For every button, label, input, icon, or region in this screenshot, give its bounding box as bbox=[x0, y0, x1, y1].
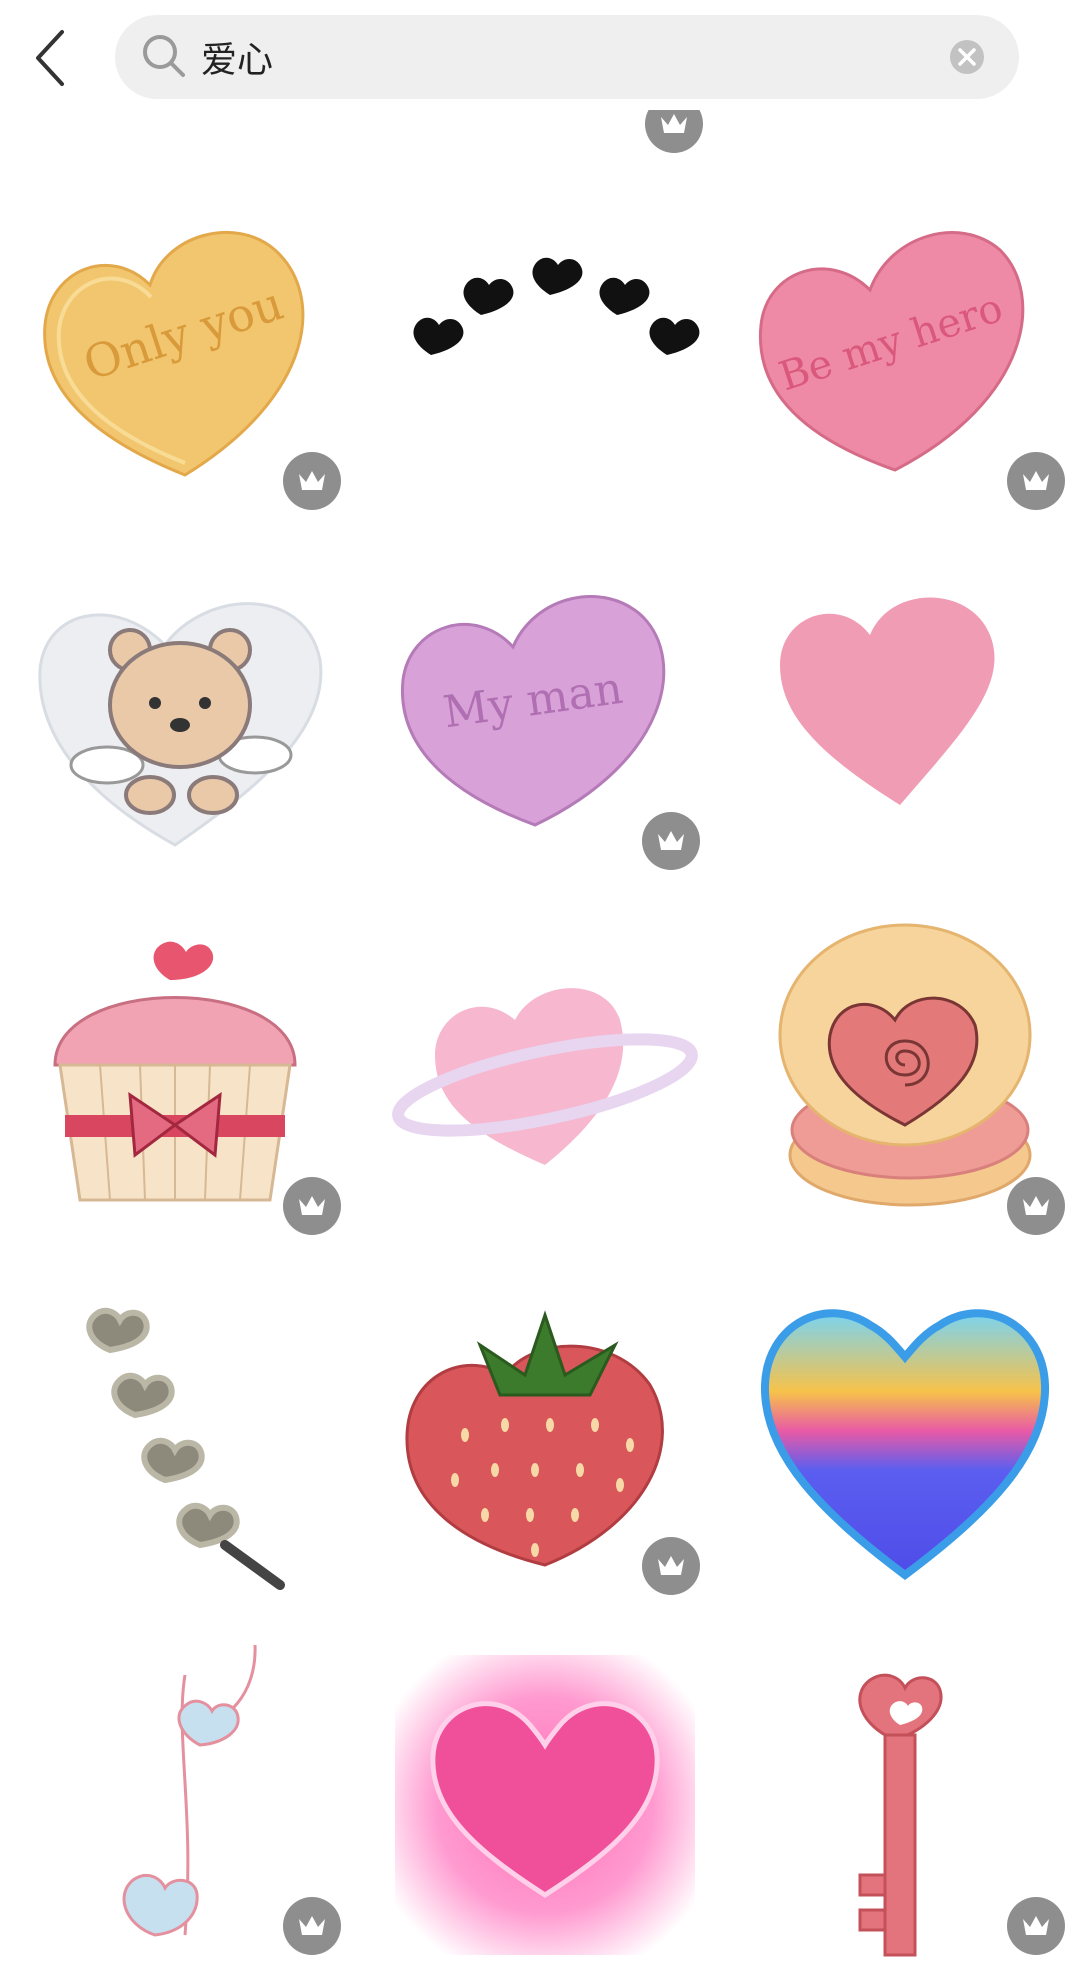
crown-icon bbox=[283, 1177, 341, 1235]
crown-icon bbox=[1007, 452, 1065, 510]
crown-icon bbox=[283, 452, 341, 510]
sticker-cupcake[interactable] bbox=[25, 915, 345, 1245]
sticker-glow-heart[interactable] bbox=[385, 1635, 705, 1965]
crown-icon bbox=[642, 1537, 700, 1595]
search-icon bbox=[143, 35, 185, 77]
black-hearts-art bbox=[413, 257, 700, 355]
chevron-left-icon bbox=[36, 30, 64, 86]
search-bar bbox=[115, 15, 1019, 99]
sticker-strawberry[interactable] bbox=[385, 1275, 705, 1605]
sticker-pink-heart[interactable] bbox=[745, 555, 1065, 885]
sticker-black-hearts[interactable] bbox=[385, 195, 705, 525]
holo-heart-art bbox=[760, 1309, 1050, 1581]
sticker-teddy-bear[interactable] bbox=[25, 555, 345, 885]
crown-icon bbox=[642, 812, 700, 870]
sticker-heart-key[interactable] bbox=[745, 1635, 1065, 1965]
heart-planet-art bbox=[392, 988, 698, 1165]
sticker-swirl-cookie[interactable] bbox=[745, 915, 1065, 1245]
sticker-heart-planet[interactable] bbox=[385, 915, 705, 1245]
glow-heart-art bbox=[395, 1655, 695, 1955]
sticker-only-you[interactable]: Only you bbox=[25, 195, 345, 525]
sticker-grid: Only you Be my hero My man bbox=[0, 0, 1080, 1957]
crown-icon bbox=[1007, 1897, 1065, 1955]
teddy-heart-art bbox=[38, 602, 323, 847]
clear-icon[interactable] bbox=[949, 39, 985, 75]
sticker-holo-heart[interactable] bbox=[745, 1275, 1065, 1605]
sticker-music-note[interactable] bbox=[25, 1635, 345, 1965]
sticker-be-my-hero[interactable]: Be my hero bbox=[745, 195, 1065, 525]
sticker-hair-clip[interactable] bbox=[25, 1275, 345, 1605]
crown-icon bbox=[1007, 1177, 1065, 1235]
back-button[interactable] bbox=[14, 14, 86, 102]
pink-heart-art bbox=[780, 597, 995, 805]
top-bar bbox=[0, 0, 1080, 110]
search-input[interactable] bbox=[201, 15, 901, 99]
sticker-my-man[interactable]: My man bbox=[385, 555, 705, 885]
crown-icon bbox=[283, 1897, 341, 1955]
hair-clip-art bbox=[86, 1307, 285, 1590]
